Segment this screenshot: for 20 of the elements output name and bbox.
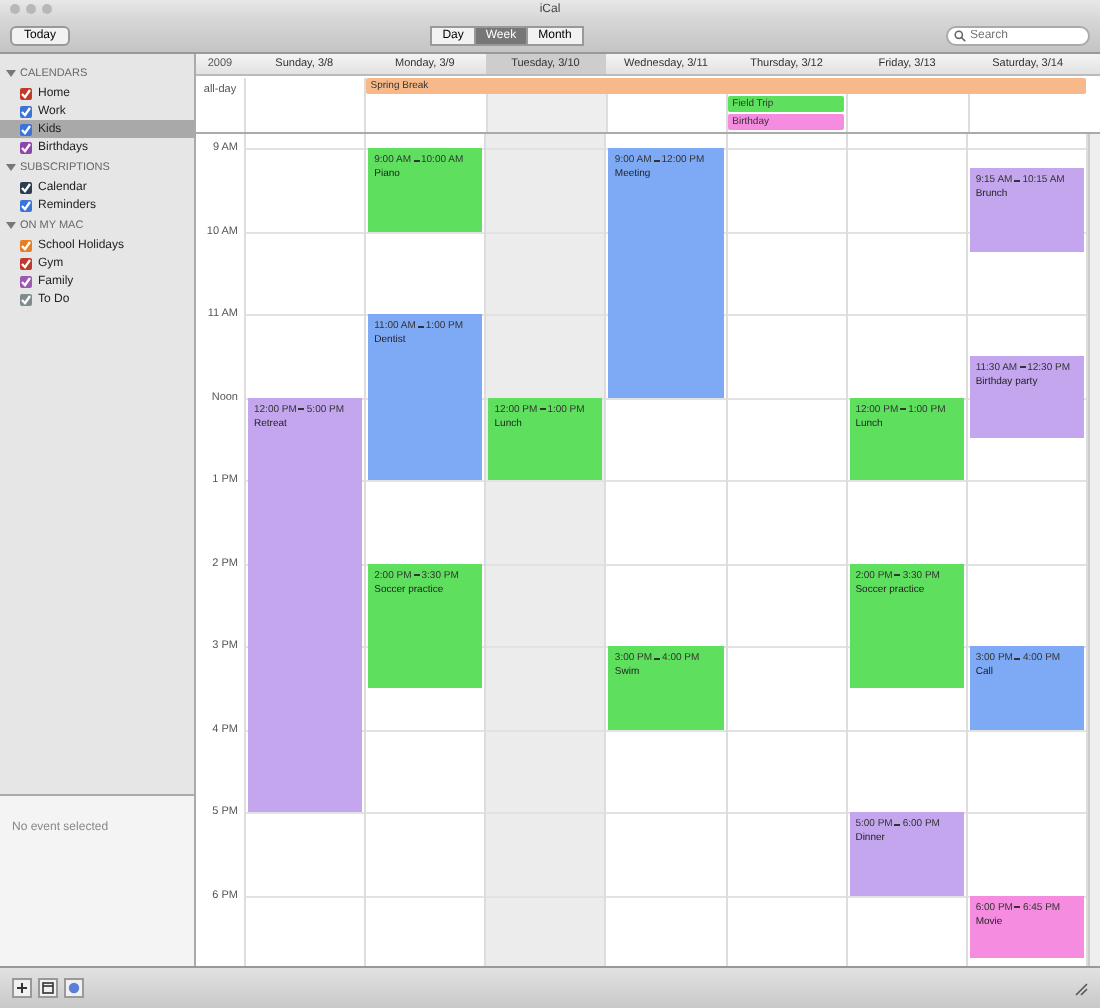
sync-button[interactable] <box>64 978 84 998</box>
calendar-checkbox[interactable] <box>20 257 32 269</box>
calendar-checkbox[interactable] <box>20 87 32 99</box>
plus-icon <box>16 982 28 994</box>
calendar-checkbox[interactable] <box>20 239 32 251</box>
mini-calendar-button[interactable] <box>38 978 58 998</box>
disclosure-triangle-icon[interactable] <box>6 220 16 230</box>
calendar-checkbox[interactable] <box>20 141 32 153</box>
disclosure-triangle-icon[interactable] <box>6 68 16 78</box>
search-icon <box>953 30 966 42</box>
resize-grip-icon[interactable] <box>1074 981 1088 995</box>
calendar-checkbox[interactable] <box>20 123 32 135</box>
calendar-checkbox[interactable] <box>20 293 32 305</box>
calendar-checkbox[interactable] <box>20 199 32 211</box>
calendar-icon <box>42 982 54 994</box>
calendar-checkbox[interactable] <box>20 181 32 193</box>
add-calendar-button[interactable] <box>12 978 32 998</box>
calendar-checkbox[interactable] <box>20 275 32 287</box>
calendar-checkbox[interactable] <box>20 105 32 117</box>
disclosure-triangle-icon[interactable] <box>6 162 16 172</box>
